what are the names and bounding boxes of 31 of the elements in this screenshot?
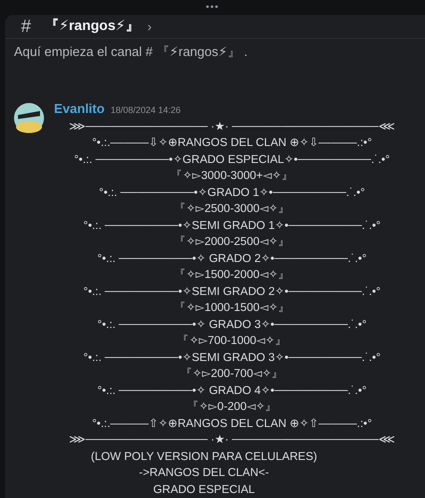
message-line: °•.:. ─────────•✧GRADO ESPECIAL✧•─────────.˙.•° (73, 152, 391, 168)
message-line: °•.:. ─────────•✧ GRADO 4✧•─────────.˙.•° (96, 384, 368, 398)
message-line: (LOW POLY VERSION PARA CELULARES) (90, 450, 318, 464)
channel-intro: Aquí empieza el canal # 『⚡rangos⚡』 . (13, 42, 249, 60)
message-line: 『✧▻3000-3000+◅✧』 (170, 168, 294, 184)
message-line: °•.:. ─────────•✧ GRADO 2✧•─────────.˙.•° (96, 252, 368, 266)
message-line: GRADO ESPECIAL (153, 482, 255, 498)
message-line: 『✧▻700-1000◅✧』 (176, 334, 288, 349)
channel-hash: # (21, 16, 32, 37)
message-line: °•.:.––––––⇧✧⊕RANGOS DEL CLAN ⊕✧⇧––––––.:•° (91, 416, 373, 432)
avatar-icon[interactable] (14, 102, 44, 132)
message-line: °•.:. ─────────•✧SEMI GRADO 2✧•─────────.˙.•° (82, 284, 382, 300)
chevron-icon[interactable]: › (147, 18, 152, 34)
drag-handle[interactable]: ••• (0, 0, 425, 15)
message-line: ->RANGOS DEL CLAN<- (139, 466, 269, 481)
message-line: ⋙─────────────── ·★· ──────────────────⋘ (68, 433, 396, 448)
author-name[interactable]: Evanlito (54, 100, 105, 116)
message-line: 『✧▻1000-1500◅✧』 (173, 300, 291, 316)
message-line: °•.:. ─────────•✧SEMI GRADO 1✧•─────────.˙.•° (82, 218, 382, 234)
message-line: °•.:. ─────────•✧SEMI GRADO 3✧•─────────.˙.•° (82, 350, 382, 366)
message-line: ⋙─────────────── ·★· ──────────────────⋘ (68, 120, 396, 134)
message-timestamp: 18/08/2024 14:26 (110, 104, 181, 114)
message-line: °•.:.––––––⇩✧⊕RANGOS DEL CLAN ⊕✧⇩––––––.:•° (91, 136, 373, 151)
message-line: °•.:. ─────────•✧GRADO 1✧•─────────.˙.•° (98, 186, 366, 200)
message-line: °•.:. ─────────•✧ GRADO 3✧•─────────.˙.•° (96, 318, 368, 332)
message-line: 『✧▻1500-2000◅✧』 (173, 268, 291, 283)
message-line: 『✧▻2000-2500◅✧』 (173, 234, 291, 250)
message-line: 『✧▻200-700◅✧』 (179, 366, 285, 382)
channel-name[interactable]: 『⚡rangos⚡』 (45, 17, 140, 36)
message-line: 『✧▻2500-3000◅✧』 (173, 202, 291, 217)
message-line: 『✧▻0-200◅✧』 (186, 400, 278, 415)
